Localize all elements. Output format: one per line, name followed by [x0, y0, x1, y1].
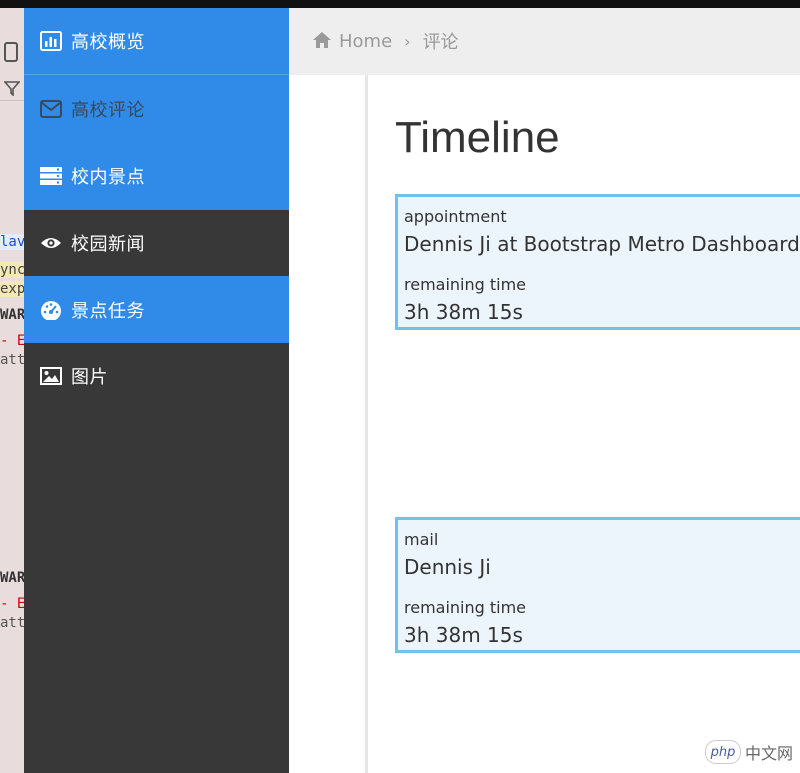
devtools-panel-edge: lav. ync expe WARN - Er attp WARN - Er a… — [0, 8, 24, 773]
sidebar-item-label: 校园新闻 — [71, 234, 145, 255]
console-line: expe — [0, 281, 24, 297]
sidebar-item-overview[interactable]: 高校概览 — [24, 8, 289, 74]
sidebar-item-tasks[interactable]: 景点任务 — [24, 276, 289, 343]
main-content: Timeline appointment Dennis Ji at Bootst… — [368, 75, 800, 773]
remaining-time-value: 3h 38m 15s — [404, 300, 523, 324]
chevron-right-icon: › — [404, 31, 411, 51]
timeline-card[interactable]: appointment Dennis Ji at Bootstrap Metro… — [395, 194, 800, 330]
home-icon — [313, 32, 331, 50]
sidebar-item-pictures[interactable]: 图片 — [24, 343, 289, 409]
watermark: php 中文网 — [705, 738, 795, 766]
window-top-strip — [0, 0, 800, 8]
watermark-text: 中文网 — [745, 744, 794, 763]
page-header: Home › 评论 — [289, 8, 800, 75]
sidebar-item-label: 高校概览 — [71, 32, 145, 53]
console-line: attp — [0, 615, 24, 631]
remaining-time-label: remaining time — [404, 598, 527, 617]
console-line: - Er — [0, 596, 24, 612]
page-title: Timeline — [395, 113, 560, 162]
sidebar-item-label: 图片 — [71, 367, 108, 388]
sidebar-item-label: 景点任务 — [71, 300, 145, 322]
eye-icon — [39, 231, 63, 255]
phone-icon[interactable] — [4, 42, 18, 66]
bar-chart-icon — [39, 29, 63, 53]
console-line: WARN — [0, 570, 24, 586]
sidebar: 高校概览 高校评论 校内景点 校园新闻 景点任务 图片 — [24, 8, 289, 773]
watermark-logo: php — [705, 740, 741, 764]
timeline-type-label: appointment — [404, 207, 507, 226]
server-icon — [39, 164, 63, 188]
dashboard-icon — [39, 298, 63, 322]
sidebar-item-label: 校内景点 — [71, 167, 145, 188]
envelope-icon — [39, 97, 63, 121]
breadcrumb-current: 评论 — [422, 32, 459, 53]
timeline-type-label: mail — [404, 530, 439, 549]
remaining-time-label: remaining time — [404, 275, 527, 294]
console-line: - Er — [0, 333, 24, 349]
timeline-card[interactable]: mail Dennis Ji remaining time 3h 38m 15s — [395, 517, 800, 653]
timeline-title: Dennis Ji at Bootstrap Metro Dashboard — [404, 232, 800, 256]
timeline-title: Dennis Ji — [404, 555, 491, 579]
image-icon — [39, 364, 63, 388]
sidebar-item-news[interactable]: 校园新闻 — [24, 210, 289, 276]
sidebar-item-attractions[interactable]: 校内景点 — [24, 142, 289, 210]
console-line: ync — [0, 262, 24, 278]
console-line: WARN — [0, 307, 24, 323]
breadcrumb: Home › 评论 — [313, 28, 459, 54]
breadcrumb-home-link[interactable]: Home — [339, 31, 392, 52]
sidebar-item-comments[interactable]: 高校评论 — [24, 75, 289, 142]
remaining-time-value: 3h 38m 15s — [404, 623, 523, 647]
sidebar-item-label: 高校评论 — [71, 99, 145, 121]
console-line: lav. — [0, 234, 24, 250]
console-line: attp — [0, 352, 24, 368]
filter-icon[interactable] — [3, 80, 21, 100]
content-gutter — [289, 75, 365, 773]
